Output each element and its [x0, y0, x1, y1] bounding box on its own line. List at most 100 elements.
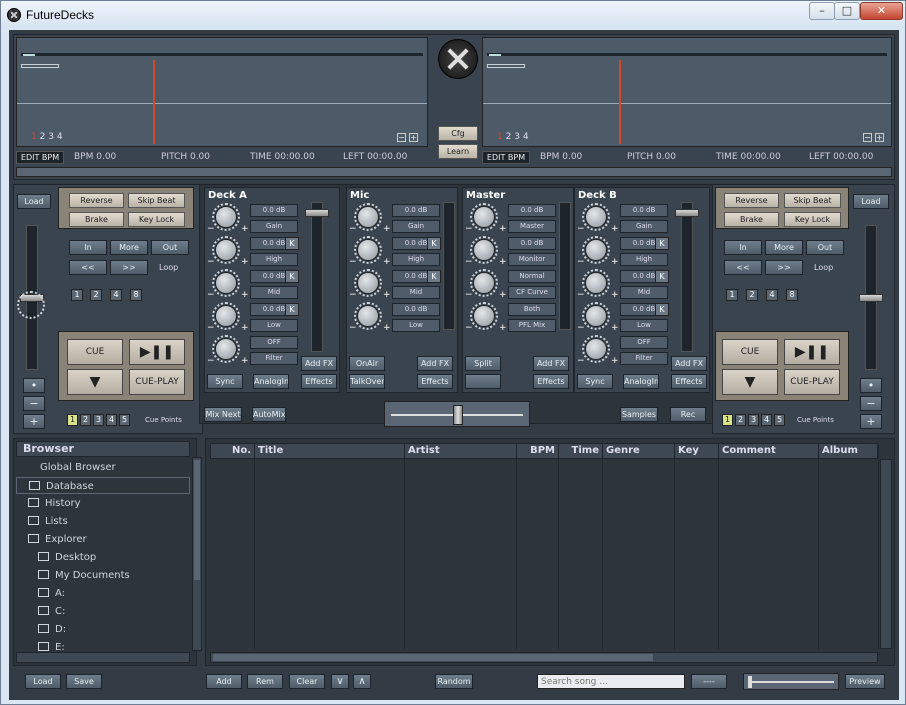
stop-button[interactable]: ▼ — [67, 369, 123, 395]
knob-gain[interactable] — [354, 203, 382, 231]
cue-point-1[interactable]: 1 — [67, 414, 78, 426]
cue-point-3[interactable]: 3 — [748, 414, 759, 426]
column-header[interactable]: Time — [559, 444, 603, 458]
browser-item[interactable]: Explorer — [28, 531, 87, 548]
loop-length-8[interactable]: 8 — [130, 289, 142, 301]
table-vscroll[interactable] — [880, 459, 892, 649]
column-header[interactable]: No. — [211, 444, 255, 458]
kill-button[interactable]: K — [285, 303, 299, 316]
cue-button[interactable]: CUE — [67, 339, 123, 365]
loop-back-button[interactable]: << — [724, 260, 762, 275]
browser-item[interactable]: C: — [38, 603, 65, 620]
channel-fader-handle[interactable] — [305, 209, 329, 217]
kill-button[interactable]: K — [655, 270, 669, 283]
master-blank-button[interactable] — [465, 374, 501, 389]
effects-button[interactable]: Effects — [533, 374, 569, 389]
pitch-up-button[interactable]: + — [860, 414, 882, 429]
edit-bpm-button[interactable]: EDIT BPM — [16, 151, 64, 164]
cfg-button[interactable]: Cfg — [438, 126, 478, 141]
kill-button[interactable]: K — [427, 270, 441, 283]
kill-button[interactable]: K — [427, 237, 441, 250]
kill-button[interactable]: K — [285, 237, 299, 250]
pitch-up-button[interactable]: + — [23, 414, 45, 429]
kill-button[interactable]: K — [655, 237, 669, 250]
add-button[interactable]: Add — [206, 674, 242, 689]
pitch-down-button[interactable]: − — [23, 396, 45, 411]
channel-fader[interactable] — [305, 202, 329, 352]
cue-point-5[interactable]: 5 — [119, 414, 130, 426]
stop-button[interactable]: ▼ — [722, 369, 778, 395]
column-header[interactable]: Album — [819, 444, 879, 458]
zoom-out-button[interactable]: − — [397, 133, 406, 142]
cue-button[interactable]: CUE — [722, 339, 778, 365]
loop-forward-button[interactable]: >> — [765, 260, 803, 275]
add-fx-button[interactable]: Add FX — [417, 356, 453, 371]
cue-point-5[interactable]: 5 — [774, 414, 785, 426]
samples-button[interactable]: Samples — [620, 407, 658, 422]
knob-low[interactable] — [212, 302, 240, 330]
zoom-in-button[interactable]: + — [875, 133, 884, 142]
pitch-reset-button[interactable]: • — [860, 378, 882, 393]
loop-length-2[interactable]: 2 — [90, 289, 102, 301]
browser-hscroll[interactable] — [16, 652, 190, 663]
preview-volume-slider[interactable] — [743, 673, 839, 690]
knob-mid[interactable] — [582, 269, 610, 297]
knob-low[interactable] — [582, 302, 610, 330]
loop-more-button[interactable]: More — [765, 240, 803, 255]
rec-button[interactable]: Rec — [670, 407, 706, 422]
skip-beat-button[interactable]: Skip Beat — [128, 193, 185, 208]
knob-filter[interactable] — [582, 335, 610, 363]
mix-next-button[interactable]: Mix Next — [204, 407, 242, 422]
crossfader[interactable] — [384, 401, 530, 427]
minimize-button[interactable]: – — [809, 2, 835, 20]
knob-high[interactable] — [582, 236, 610, 264]
position-bar[interactable] — [16, 167, 892, 177]
load-button[interactable]: Load — [853, 194, 889, 209]
cue-point-3[interactable]: 3 — [93, 414, 104, 426]
playlist-load-button[interactable]: Load — [25, 674, 61, 689]
channel-fader[interactable] — [443, 202, 455, 330]
split-button[interactable]: Split — [465, 356, 501, 371]
loop-in-button[interactable]: In — [69, 240, 107, 255]
preview-button[interactable]: Preview — [845, 674, 885, 689]
play-pause-button[interactable]: ▶❚❚ — [129, 339, 185, 365]
value-display[interactable]: 0.0 dB — [392, 204, 440, 217]
knob-master[interactable] — [470, 203, 498, 231]
channel-fader-handle[interactable] — [675, 209, 699, 217]
loop-out-button[interactable]: Out — [151, 240, 189, 255]
value-display[interactable]: 0.0 dB — [392, 303, 440, 316]
add-fx-button[interactable]: Add FX — [533, 356, 569, 371]
onair-button[interactable]: OnAir — [349, 356, 385, 371]
kill-button[interactable]: K — [285, 270, 299, 283]
key-lock-button[interactable]: Key Lock — [784, 212, 841, 227]
channel-fader[interactable] — [675, 202, 699, 352]
browser-item[interactable]: My Documents — [38, 567, 130, 584]
clear-button[interactable]: Clear — [289, 674, 325, 689]
automix-button[interactable]: AutoMix — [252, 407, 286, 422]
preview-volume-handle[interactable] — [748, 676, 752, 688]
value-display[interactable]: 0.0 dB — [620, 204, 668, 217]
knob-gain[interactable] — [582, 203, 610, 231]
value-display[interactable]: Both — [508, 303, 556, 316]
talkover-button[interactable]: TalkOver — [349, 374, 385, 389]
cue-point-1[interactable]: 1 — [722, 414, 733, 426]
close-button[interactable]: ✕ — [860, 2, 903, 20]
value-display[interactable]: Normal — [508, 270, 556, 283]
kill-button[interactable]: K — [655, 303, 669, 316]
analogin-button[interactable]: AnalogIn — [253, 374, 289, 389]
pitch-slider-handle[interactable] — [859, 294, 883, 302]
cue-point-2[interactable]: 2 — [735, 414, 746, 426]
browser-item[interactable]: Desktop — [38, 549, 96, 566]
maximize-button[interactable]: □ — [834, 2, 860, 20]
knob-cf-curve[interactable] — [470, 269, 498, 297]
knob-mid[interactable] — [212, 269, 240, 297]
deck-a-waveform[interactable]: 1 2 3 4 − + — [16, 37, 428, 147]
knob-pfl-mix[interactable] — [470, 302, 498, 330]
knob-filter[interactable] — [212, 335, 240, 363]
browser-item[interactable]: Global Browser — [40, 459, 116, 476]
column-header[interactable]: Comment — [719, 444, 819, 458]
pitch-slider[interactable] — [859, 225, 883, 370]
pitch-slider-handle[interactable] — [17, 291, 45, 319]
search-options-button[interactable]: ---- — [691, 674, 727, 689]
value-display[interactable]: OFF — [620, 336, 668, 349]
